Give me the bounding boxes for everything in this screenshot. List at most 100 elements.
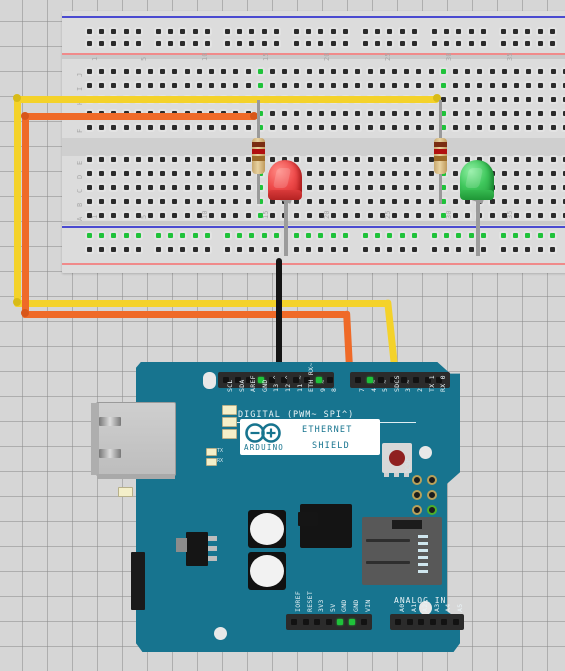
breadboard-hole[interactable] (196, 171, 202, 176)
breadboard-hole[interactable] (404, 157, 410, 162)
breadboard-hole[interactable] (416, 199, 422, 204)
breadboard-hole[interactable] (387, 247, 393, 252)
breadboard-hole[interactable] (184, 213, 190, 218)
breadboard-hole[interactable] (172, 157, 178, 162)
breadboard-hole[interactable] (399, 247, 405, 252)
breadboard-hole[interactable] (184, 157, 190, 162)
breadboard-hole[interactable] (282, 111, 288, 116)
breadboard-hole[interactable] (387, 233, 393, 238)
breadboard-hole[interactable] (111, 125, 117, 130)
breadboard-hole[interactable] (538, 199, 544, 204)
breadboard-hole[interactable] (245, 171, 251, 176)
icsp-pad[interactable] (412, 505, 422, 515)
breadboard-hole[interactable] (237, 247, 243, 252)
breadboard-hole[interactable] (538, 97, 544, 102)
breadboard-hole[interactable] (306, 157, 312, 162)
breadboard-hole[interactable] (330, 233, 336, 238)
breadboard-hole[interactable] (514, 157, 519, 162)
breadboard-hole[interactable] (87, 171, 92, 176)
breadboard-hole[interactable] (233, 171, 239, 176)
breadboard-hole[interactable] (209, 171, 214, 176)
breadboard-hole[interactable] (416, 83, 422, 88)
breadboard-hole[interactable] (306, 171, 312, 176)
breadboard-hole[interactable] (221, 213, 227, 218)
breadboard-hole[interactable] (477, 125, 483, 130)
breadboard-hole[interactable] (526, 69, 532, 74)
breadboard-hole[interactable] (180, 247, 186, 252)
breadboard-hole[interactable] (550, 97, 556, 102)
breadboard-hole[interactable] (331, 199, 336, 204)
breadboard-hole[interactable] (375, 233, 381, 238)
orange-wire-seg-left[interactable] (22, 113, 29, 318)
yellow-wire-seg-left[interactable] (14, 96, 21, 307)
arduino-ethernet-shield[interactable]: SCL SDA AREF GND 13 ^ 12 ^ 11 ~ ETH RX~ 9 ~8 74 … (91, 362, 464, 652)
breadboard-hole[interactable] (501, 111, 507, 116)
breadboard-hole[interactable] (294, 125, 300, 130)
breadboard-hole[interactable] (444, 233, 450, 238)
breadboard-hole[interactable] (525, 29, 531, 34)
breadboard-hole[interactable] (480, 29, 486, 34)
breadboard-hole[interactable] (148, 199, 153, 204)
breadboard-hole[interactable] (221, 125, 227, 130)
header-socket[interactable] (302, 619, 309, 625)
icsp-pad[interactable] (412, 490, 422, 500)
breadboard-hole[interactable] (343, 125, 349, 130)
breadboard-hole[interactable] (123, 185, 129, 190)
header-socket[interactable] (429, 619, 436, 625)
breadboard-hole[interactable] (273, 233, 279, 238)
breadboard-hole[interactable] (514, 199, 519, 204)
icsp-pad[interactable] (427, 505, 437, 515)
header-socket[interactable] (413, 377, 419, 383)
breadboard-hole[interactable] (501, 171, 507, 176)
breadboard-hole[interactable] (501, 233, 506, 238)
breadboard-hole[interactable] (392, 199, 397, 204)
breadboard-hole[interactable] (123, 29, 129, 34)
breadboard-hole[interactable] (343, 69, 349, 74)
icsp-pad[interactable] (427, 490, 437, 500)
breadboard-hole[interactable] (233, 199, 239, 204)
breadboard-hole[interactable] (148, 69, 153, 74)
red-led[interactable] (268, 160, 302, 256)
breadboard-hole[interactable] (549, 247, 555, 252)
breadboard-hole[interactable] (123, 41, 129, 46)
breadboard-hole[interactable] (379, 125, 385, 130)
breadboard-hole[interactable] (343, 213, 349, 218)
breadboard-hole[interactable] (156, 247, 161, 252)
breadboard-hole[interactable] (306, 125, 312, 130)
breadboard-hole[interactable] (294, 233, 299, 238)
breadboard-hole[interactable] (379, 185, 385, 190)
breadboard-hole[interactable] (184, 69, 190, 74)
breadboard-hole[interactable] (245, 199, 251, 204)
breadboard-hole[interactable] (453, 69, 458, 74)
breadboard-hole[interactable] (538, 213, 544, 218)
breadboard-hole[interactable] (526, 199, 532, 204)
breadboard-hole[interactable] (261, 247, 267, 252)
breadboard-hole[interactable] (465, 213, 471, 218)
breadboard-hole[interactable] (111, 199, 117, 204)
breadboard-hole[interactable] (123, 199, 129, 204)
breadboard-hole[interactable] (318, 111, 324, 116)
breadboard-hole[interactable] (355, 199, 361, 204)
breadboard-hole[interactable] (196, 83, 202, 88)
breadboard-hole[interactable] (428, 185, 434, 190)
breadboard-hole[interactable] (306, 41, 312, 46)
breadboard-hole[interactable] (99, 29, 105, 34)
breadboard-hole[interactable] (501, 97, 507, 102)
breadboard-hole[interactable] (526, 213, 532, 218)
breadboard-hole[interactable] (270, 69, 275, 74)
breadboard-hole[interactable] (156, 29, 161, 34)
breadboard-hole[interactable] (318, 41, 324, 46)
breadboard-hole[interactable] (192, 233, 198, 238)
breadboard-hole[interactable] (135, 171, 141, 176)
breadboard-hole[interactable] (204, 29, 210, 34)
breadboard-hole[interactable] (111, 247, 117, 252)
breadboard-hole[interactable] (306, 213, 312, 218)
breadboard-hole[interactable] (538, 125, 544, 130)
breadboard-hole[interactable] (123, 125, 129, 130)
breadboard-hole[interactable] (87, 233, 92, 238)
breadboard-hole[interactable] (123, 171, 129, 176)
breadboard-hole[interactable] (306, 185, 312, 190)
breadboard-hole[interactable] (204, 247, 210, 252)
breadboard-hole[interactable] (168, 247, 174, 252)
breadboard-hole[interactable] (404, 69, 410, 74)
